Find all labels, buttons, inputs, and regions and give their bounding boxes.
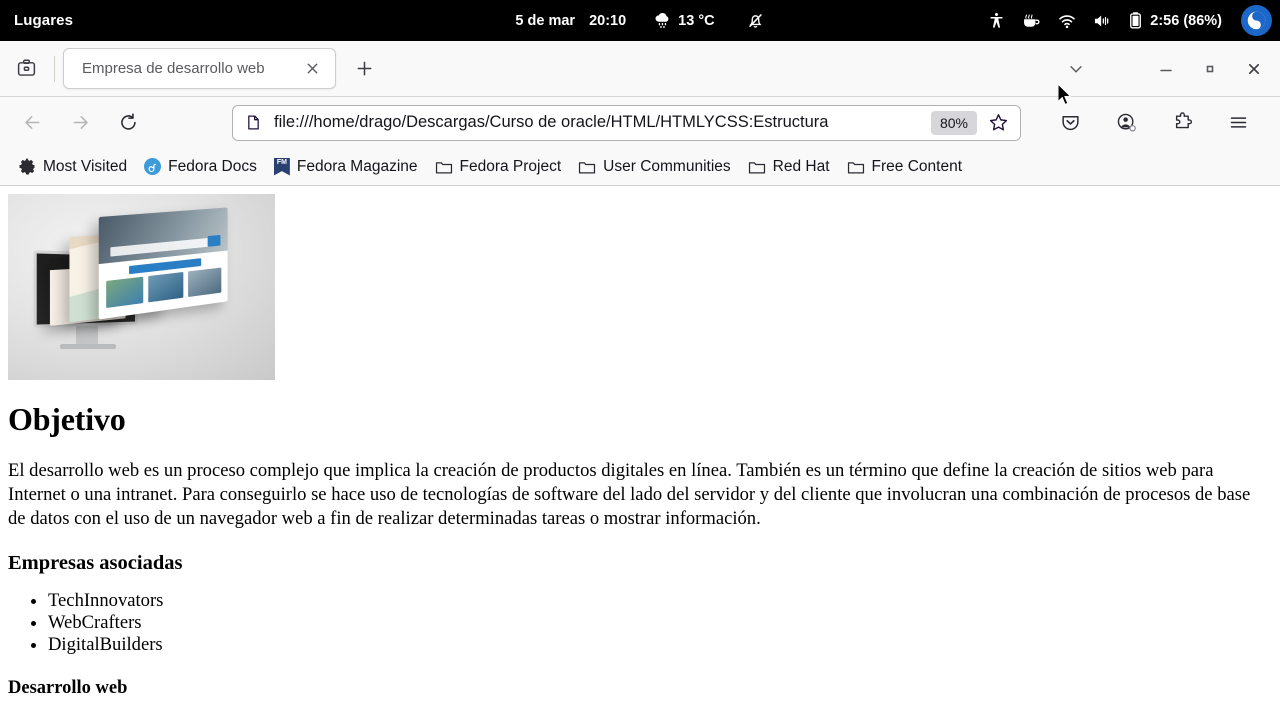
battery-icon (1127, 11, 1144, 30)
fedora-magazine-icon: FM (274, 158, 290, 176)
system-top-bar: Lugares 5 de mar 20:10 13 °C 2:56 (86%) (0, 0, 1280, 41)
minimize-icon[interactable] (1144, 49, 1188, 89)
page-content: Objetivo El desarrollo web es un proceso… (0, 186, 1280, 719)
toolbar-right-buttons (1042, 105, 1272, 141)
folder-icon (847, 159, 865, 175)
bookmark-fedora-project[interactable]: Fedora Project (428, 154, 569, 180)
bookmark-label: Free Content (872, 158, 962, 176)
rain-cloud-icon (653, 11, 672, 30)
gear-icon (19, 158, 36, 175)
bookmark-user-communities[interactable]: User Communities (571, 154, 737, 180)
forward-button[interactable] (62, 105, 98, 141)
firefox-view-icon[interactable] (6, 52, 46, 86)
system-tray[interactable]: 2:56 (86%) (987, 0, 1272, 41)
companies-list: TechInnovators WebCrafters DigitalBuilde… (8, 590, 1272, 656)
wifi-icon[interactable] (1057, 11, 1077, 31)
tab-strip: Empresa de desarrollo web (0, 41, 1280, 97)
bell-muted-icon (746, 11, 765, 30)
browser-tab-active[interactable]: Empresa de desarrollo web (63, 48, 336, 89)
account-icon[interactable] (1108, 105, 1144, 141)
list-item: DigitalBuilders (48, 634, 1272, 656)
notifications-indicator[interactable] (746, 11, 765, 30)
temperature-label: 13 °C (678, 13, 714, 29)
companies-heading: Empresas asociadas (8, 552, 1272, 575)
intro-paragraph: El desarrollo web es un proceso complejo… (8, 459, 1272, 531)
list-item: TechInnovators (48, 590, 1272, 612)
star-icon[interactable] (983, 108, 1013, 138)
list-item: WebCrafters (48, 612, 1272, 634)
hamburger-menu-icon[interactable] (1220, 105, 1256, 141)
bookmark-label: Most Visited (43, 158, 127, 176)
tabstrip-separator (54, 56, 55, 82)
dev-heading: Desarrollo web (8, 678, 1272, 699)
system-date: 5 de mar (515, 13, 575, 29)
puzzle-piece-icon[interactable] (1164, 105, 1200, 141)
document-icon (245, 114, 262, 131)
bookmark-label: Fedora Docs (168, 158, 257, 176)
window-close-icon[interactable] (1232, 49, 1276, 89)
maximize-icon[interactable] (1188, 49, 1232, 89)
volume-icon[interactable] (1092, 11, 1112, 31)
mouse-cursor (1058, 84, 1073, 112)
close-icon[interactable] (299, 56, 325, 82)
bookmarks-toolbar: Most Visited Fedora Docs FM Fedora Magaz… (0, 148, 1280, 186)
url-bar[interactable]: file:///home/drago/Descargas/Curso de or… (232, 105, 1021, 141)
new-tab-button[interactable] (348, 53, 380, 85)
bookmark-fedora-docs[interactable]: Fedora Docs (137, 154, 264, 180)
reload-button[interactable] (110, 105, 146, 141)
bookmark-fedora-magazine[interactable]: FM Fedora Magazine (267, 154, 425, 180)
places-menu[interactable]: Lugares (14, 12, 73, 29)
tab-title: Empresa de desarrollo web (82, 60, 299, 77)
fedora-icon (144, 158, 161, 175)
bookmark-red-hat[interactable]: Red Hat (741, 154, 837, 180)
window-controls-area (1056, 41, 1280, 97)
bookmark-label: Red Hat (773, 158, 830, 176)
folder-icon (435, 159, 453, 175)
coffee-cup-icon[interactable] (1021, 10, 1042, 31)
url-text: file:///home/drago/Descargas/Curso de or… (274, 113, 931, 132)
web-development-monitor-image (8, 194, 275, 380)
bookmark-label: Fedora Project (460, 158, 562, 176)
battery-label: 2:56 (86%) (1150, 13, 1222, 29)
bookmark-label: User Communities (603, 158, 730, 176)
user-avatar-icon[interactable] (1241, 5, 1272, 36)
accessibility-icon[interactable] (987, 11, 1006, 30)
bookmark-most-visited[interactable]: Most Visited (12, 154, 134, 180)
chevron-down-icon[interactable] (1056, 51, 1096, 87)
system-time: 20:10 (589, 13, 626, 29)
weather-indicator[interactable]: 13 °C (653, 11, 714, 30)
bookmark-free-content[interactable]: Free Content (840, 154, 969, 180)
page-title: Objetivo (8, 401, 1272, 438)
bookmark-label: Fedora Magazine (297, 158, 418, 176)
firefox-window: Empresa de desarrollo web file:///home/d… (0, 41, 1280, 720)
folder-icon (748, 159, 766, 175)
navigation-toolbar: file:///home/drago/Descargas/Curso de or… (0, 97, 1280, 148)
back-button[interactable] (14, 105, 50, 141)
folder-icon (578, 159, 596, 175)
zoom-level-badge[interactable]: 80% (931, 111, 977, 135)
battery-indicator[interactable]: 2:56 (86%) (1127, 11, 1222, 30)
